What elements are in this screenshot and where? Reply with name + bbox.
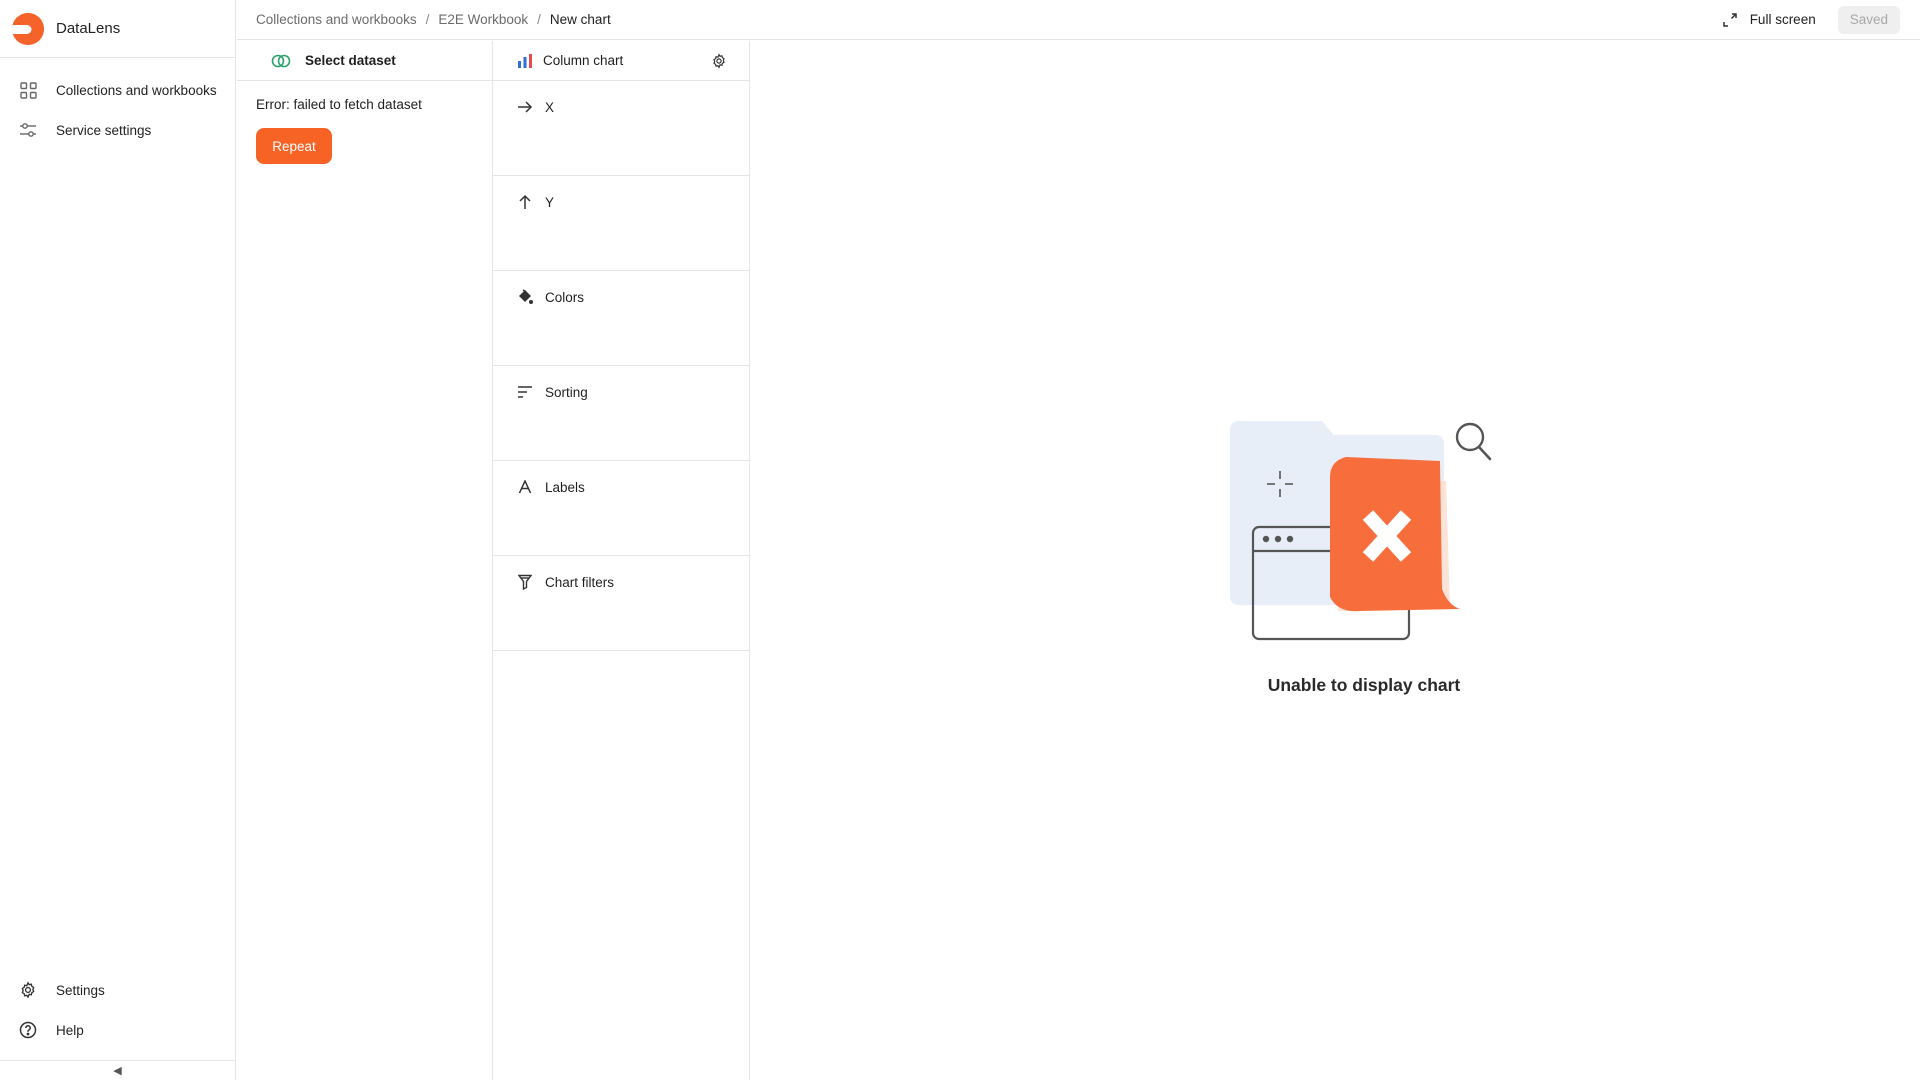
chart-area: Unable to display chart xyxy=(750,41,1920,1080)
chart-type-selector[interactable]: Column chart xyxy=(493,41,749,81)
side-navigation: DataLens Collections and workbooks Servi… xyxy=(0,0,236,1080)
section-chart-filters[interactable]: Chart filters xyxy=(493,556,749,651)
breadcrumb-workbook[interactable]: E2E Workbook xyxy=(438,12,528,27)
letter-a-icon xyxy=(517,479,533,495)
select-dataset-button[interactable]: Select dataset xyxy=(237,41,492,81)
section-label: Sorting xyxy=(545,384,588,400)
column-chart-icon xyxy=(518,53,532,68)
visualization-panel: Column chart X Y Colors Sorting Labels C… xyxy=(493,41,750,1080)
chart-type-label: Column chart xyxy=(543,53,624,68)
section-label: Chart filters xyxy=(545,574,615,590)
fullscreen-button[interactable]: Full screen xyxy=(1722,12,1816,27)
nav-item-label: Help xyxy=(56,1022,84,1038)
repeat-button[interactable]: Repeat xyxy=(256,128,332,164)
nav-item-help[interactable]: Help xyxy=(0,1010,235,1050)
chart-error-title: Unable to display chart xyxy=(1267,675,1461,695)
dataset-error-text: Error: failed to fetch dataset xyxy=(256,97,422,112)
nav-item-label: Collections and workbooks xyxy=(56,82,217,98)
help-circle-icon xyxy=(18,1020,38,1040)
nav-item-label: Service settings xyxy=(56,122,152,138)
grid-icon xyxy=(18,80,38,100)
sort-lines-icon xyxy=(517,384,533,400)
breadcrumb: Collections and workbooks / E2E Workbook… xyxy=(256,12,611,27)
select-dataset-label: Select dataset xyxy=(305,53,396,68)
datalens-logo-icon[interactable] xyxy=(12,12,44,45)
breadcrumb-separator: / xyxy=(537,12,541,27)
section-x[interactable]: X xyxy=(493,81,749,176)
error-illustration xyxy=(1210,419,1510,662)
saved-button[interactable]: Saved xyxy=(1837,5,1900,34)
arrow-right-icon xyxy=(517,99,533,115)
app-header[interactable]: DataLens xyxy=(0,0,235,58)
breadcrumb-current: New chart xyxy=(549,12,611,27)
nav-item-label: Settings xyxy=(56,982,105,998)
section-label: Labels xyxy=(545,479,585,495)
paint-bucket-icon xyxy=(517,289,533,305)
app-name[interactable]: DataLens xyxy=(56,20,120,37)
nav-item-service-settings[interactable]: Service settings xyxy=(0,110,235,150)
fullscreen-label: Full screen xyxy=(1749,12,1816,27)
section-label: Y xyxy=(545,194,555,210)
section-label: Colors xyxy=(545,289,585,305)
collapse-sidebar-button[interactable]: ◀ xyxy=(0,1060,235,1080)
sliders-icon xyxy=(18,120,38,140)
page-header: Collections and workbooks / E2E Workbook… xyxy=(237,0,1920,40)
section-colors[interactable]: Colors xyxy=(493,271,749,366)
nav-item-collections[interactable]: Collections and workbooks xyxy=(0,70,235,110)
section-label: X xyxy=(545,99,555,115)
arrow-up-icon xyxy=(517,194,533,210)
funnel-icon xyxy=(517,574,533,590)
nav-item-settings[interactable]: Settings xyxy=(0,970,235,1010)
section-y[interactable]: Y xyxy=(493,176,749,271)
dataset-panel: Select dataset Error: failed to fetch da… xyxy=(237,41,493,1080)
expand-icon xyxy=(1722,12,1737,27)
gear-icon xyxy=(18,980,38,1000)
chart-settings-gear-icon[interactable] xyxy=(711,52,727,69)
section-sorting[interactable]: Sorting xyxy=(493,366,749,461)
dataset-rings-icon xyxy=(271,54,291,67)
breadcrumb-separator: / xyxy=(425,12,430,27)
section-labels[interactable]: Labels xyxy=(493,461,749,556)
breadcrumb-collections[interactable]: Collections and workbooks xyxy=(256,12,417,27)
triangle-left-icon: ◀ xyxy=(113,1065,122,1077)
